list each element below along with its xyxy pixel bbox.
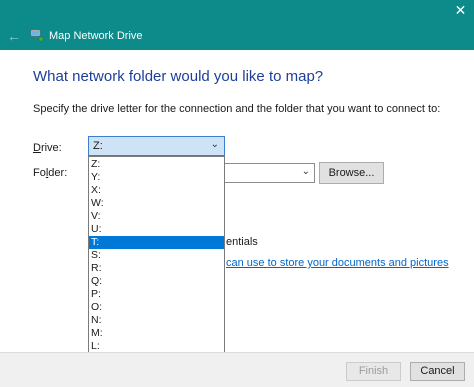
folder-label-prefix: Fo xyxy=(33,167,46,179)
folder-label: Folder: xyxy=(33,167,67,179)
drive-option[interactable]: V: xyxy=(89,210,224,223)
close-icon[interactable]: ✕ xyxy=(447,0,474,22)
drive-option[interactable]: R: xyxy=(89,262,224,275)
credentials-checkbox-label: entials xyxy=(226,236,258,248)
drive-option[interactable]: Y: xyxy=(89,171,224,184)
drive-option[interactable]: Q: xyxy=(89,275,224,288)
browse-button[interactable]: Browse... xyxy=(319,162,384,184)
drive-option[interactable]: P: xyxy=(89,288,224,301)
drive-option[interactable]: T: xyxy=(89,236,224,249)
folder-input[interactable]: ⌄ xyxy=(225,163,315,183)
footer-bar: Finish Cancel xyxy=(0,352,474,387)
chevron-down-icon[interactable]: ⌄ xyxy=(302,166,310,177)
folder-label-rest: der: xyxy=(48,167,68,179)
instruction-text: Specify the drive letter for the connect… xyxy=(33,103,441,115)
back-arrow-icon[interactable]: ← xyxy=(6,28,22,44)
drive-option[interactable]: N: xyxy=(89,314,224,327)
page-heading: What network folder would you like to ma… xyxy=(33,68,324,85)
title-bar: ← Map Network Drive ✕ xyxy=(0,0,474,50)
drive-option[interactable]: U: xyxy=(89,223,224,236)
window-title: Map Network Drive xyxy=(49,30,143,42)
drive-option[interactable]: S: xyxy=(89,249,224,262)
drive-option[interactable]: W: xyxy=(89,197,224,210)
drive-label-accesskey: D xyxy=(33,142,41,154)
documents-storage-link[interactable]: can use to store your documents and pict… xyxy=(226,257,449,269)
drive-select-value: Z: xyxy=(93,140,103,152)
map-network-drive-window: ← Map Network Drive ✕ What network folde… xyxy=(0,0,474,387)
drive-option[interactable]: M: xyxy=(89,327,224,340)
cancel-button[interactable]: Cancel xyxy=(410,362,465,381)
chevron-down-icon: ⌄ xyxy=(210,139,219,150)
drive-label-rest: rive: xyxy=(40,142,62,154)
drive-label: Drive: xyxy=(33,142,62,154)
drive-option[interactable]: X: xyxy=(89,184,224,197)
drive-letter-select[interactable]: Z: ⌄ xyxy=(88,136,225,156)
finish-button[interactable]: Finish xyxy=(346,362,401,381)
network-drive-icon xyxy=(30,29,44,42)
drive-option[interactable]: Z: xyxy=(89,158,224,171)
drive-option[interactable]: O: xyxy=(89,301,224,314)
